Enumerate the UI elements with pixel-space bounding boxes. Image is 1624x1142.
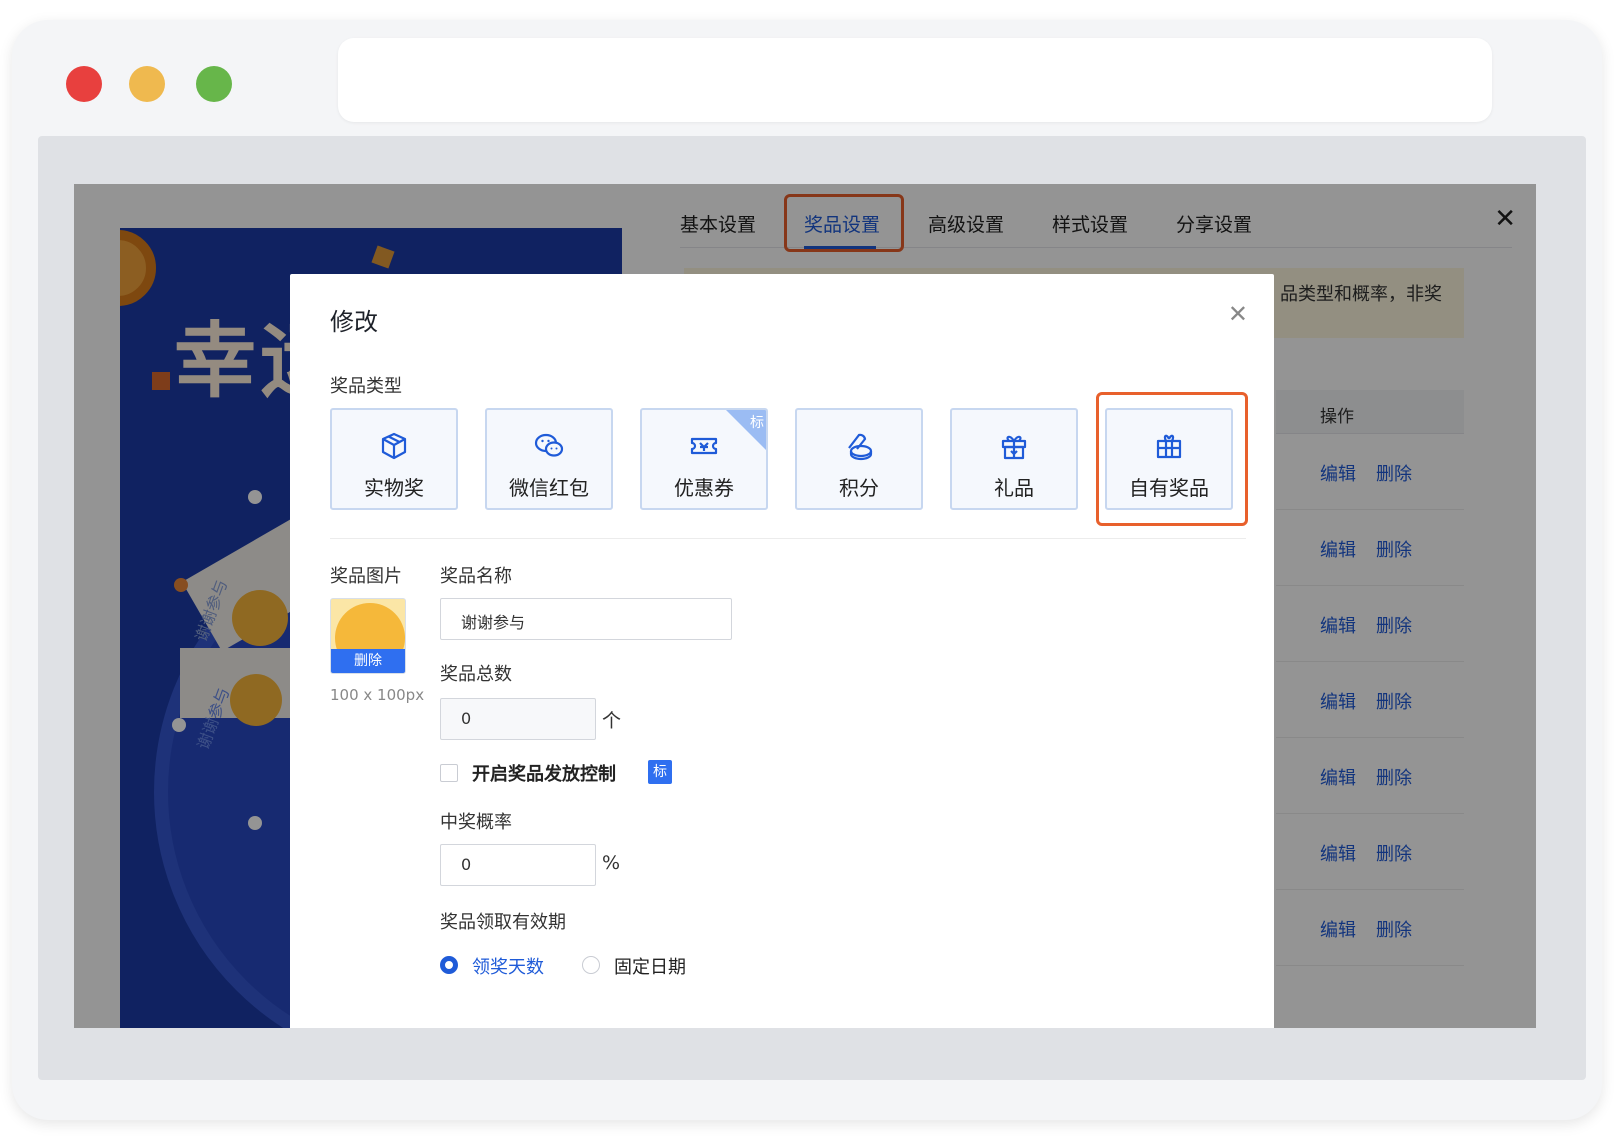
address-bar[interactable] <box>338 38 1492 122</box>
wechat-icon <box>534 433 564 457</box>
modal-title: 修改 <box>330 308 378 336</box>
probability-label: 中奖概率 <box>440 812 512 833</box>
prize-total-unit: 个 <box>602 710 622 732</box>
prize-total-label: 奖品总数 <box>440 664 512 685</box>
prize-image-label: 奖品图片 <box>330 566 402 587</box>
probability-unit: % <box>602 852 621 874</box>
release-control-checkbox[interactable] <box>440 764 458 782</box>
maximize-window-dot[interactable] <box>196 66 232 102</box>
prize-type-wechat-redpacket[interactable]: 微信红包 <box>485 408 613 510</box>
prize-type-label: 微信红包 <box>509 476 589 500</box>
prize-type-label: 奖品类型 <box>330 376 402 397</box>
divider <box>330 538 1246 539</box>
prize-type-label: 礼品 <box>994 476 1034 500</box>
image-size-hint: 100 x 100px <box>330 686 425 704</box>
probability-input[interactable]: 0 <box>440 844 596 886</box>
prize-type-label: 实物奖 <box>364 476 424 500</box>
image-delete-button[interactable]: 删除 <box>331 649 405 673</box>
app-screen: 幸运 谢谢参与 谢谢参与 基本设置 奖品设置 高级设置 样式设置 分享设置 ✕ … <box>74 184 1536 1028</box>
coins-icon <box>848 433 873 461</box>
prize-type-coupon[interactable]: 标 优惠券 <box>640 408 768 510</box>
prize-type-physical[interactable]: 实物奖 <box>330 408 458 510</box>
box-icon <box>381 432 407 460</box>
prize-type-label: 优惠券 <box>674 476 734 500</box>
validity-days-label[interactable]: 领奖天数 <box>472 953 544 979</box>
validity-fixed-date-label[interactable]: 固定日期 <box>614 953 686 979</box>
validity-fixed-date-radio[interactable] <box>582 956 600 974</box>
validity-label: 奖品领取有效期 <box>440 912 566 933</box>
prize-type-gift[interactable]: 礼品 <box>950 408 1078 510</box>
standard-badge: 标 <box>648 760 672 784</box>
prize-name-label: 奖品名称 <box>440 566 512 587</box>
coupon-icon <box>690 437 718 455</box>
gift-box-icon <box>1001 435 1027 460</box>
prize-name-input[interactable]: 谢谢参与 <box>440 598 732 640</box>
prize-total-input[interactable]: 0 <box>440 698 596 740</box>
prize-image[interactable]: 删除 <box>330 598 406 674</box>
corner-tag-text: 标 <box>750 415 764 431</box>
edit-prize-modal: 修改 ✕ 奖品类型 实物奖 微信红包 标 优惠券 积分 礼品 自有奖品 奖品图片… <box>290 274 1274 1028</box>
prize-type-points[interactable]: 积分 <box>795 408 923 510</box>
prize-type-highlight-box <box>1096 392 1248 526</box>
close-icon[interactable]: ✕ <box>1228 300 1248 328</box>
release-control-label: 开启奖品发放控制 <box>472 764 616 785</box>
minimize-window-dot[interactable] <box>129 66 165 102</box>
close-window-dot[interactable] <box>66 66 102 102</box>
prize-type-label: 积分 <box>839 476 879 500</box>
validity-days-radio[interactable] <box>440 956 458 974</box>
